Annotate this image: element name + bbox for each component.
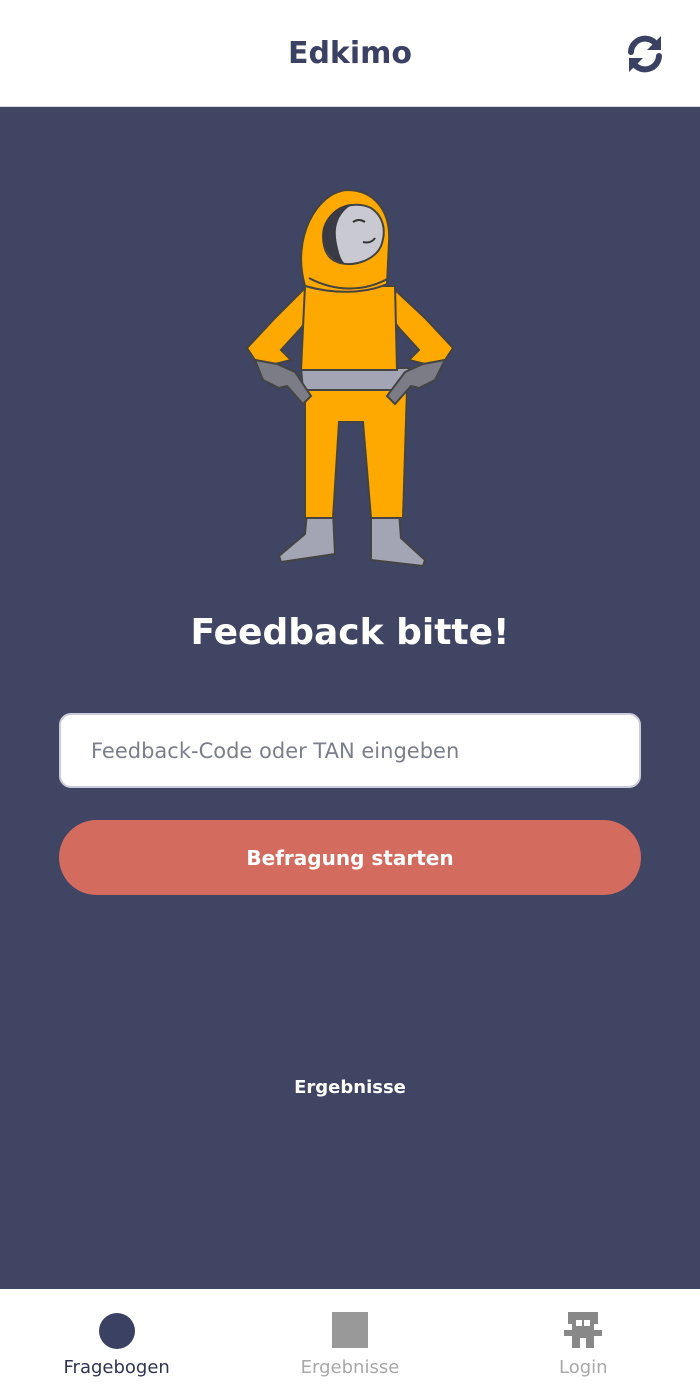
square-icon: [331, 1312, 368, 1348]
login-icon: [564, 1312, 603, 1348]
results-link[interactable]: Ergebnisse: [0, 1077, 700, 1098]
nav-item-fragebogen[interactable]: Fragebogen: [0, 1289, 233, 1398]
circle-icon: [98, 1313, 135, 1349]
app-screen: Edkimo Feedback bitte! Feedback-Code ode…: [0, 0, 700, 1398]
nav-label: Login: [559, 1357, 608, 1378]
nav-item-login[interactable]: Login: [467, 1289, 700, 1398]
feedback-code-input[interactable]: [59, 713, 641, 788]
nav-label: Fragebogen: [63, 1357, 170, 1378]
astronaut-illustration: [245, 188, 455, 568]
refresh-icon: [628, 35, 662, 73]
nav-label: Ergebnisse: [300, 1357, 400, 1378]
main-content: Feedback bitte! Befragung starten Ergebn…: [0, 107, 700, 1289]
page-heading: Feedback bitte!: [190, 612, 510, 653]
app-title: Edkimo: [287, 36, 413, 71]
nav-item-ergebnisse[interactable]: Ergebnisse: [233, 1289, 466, 1398]
bottom-navigation: Fragebogen Ergebnisse Login: [0, 1289, 700, 1398]
top-app-bar: Edkimo: [0, 0, 700, 107]
refresh-button[interactable]: [616, 28, 674, 80]
start-survey-button[interactable]: Befragung starten: [59, 820, 641, 895]
